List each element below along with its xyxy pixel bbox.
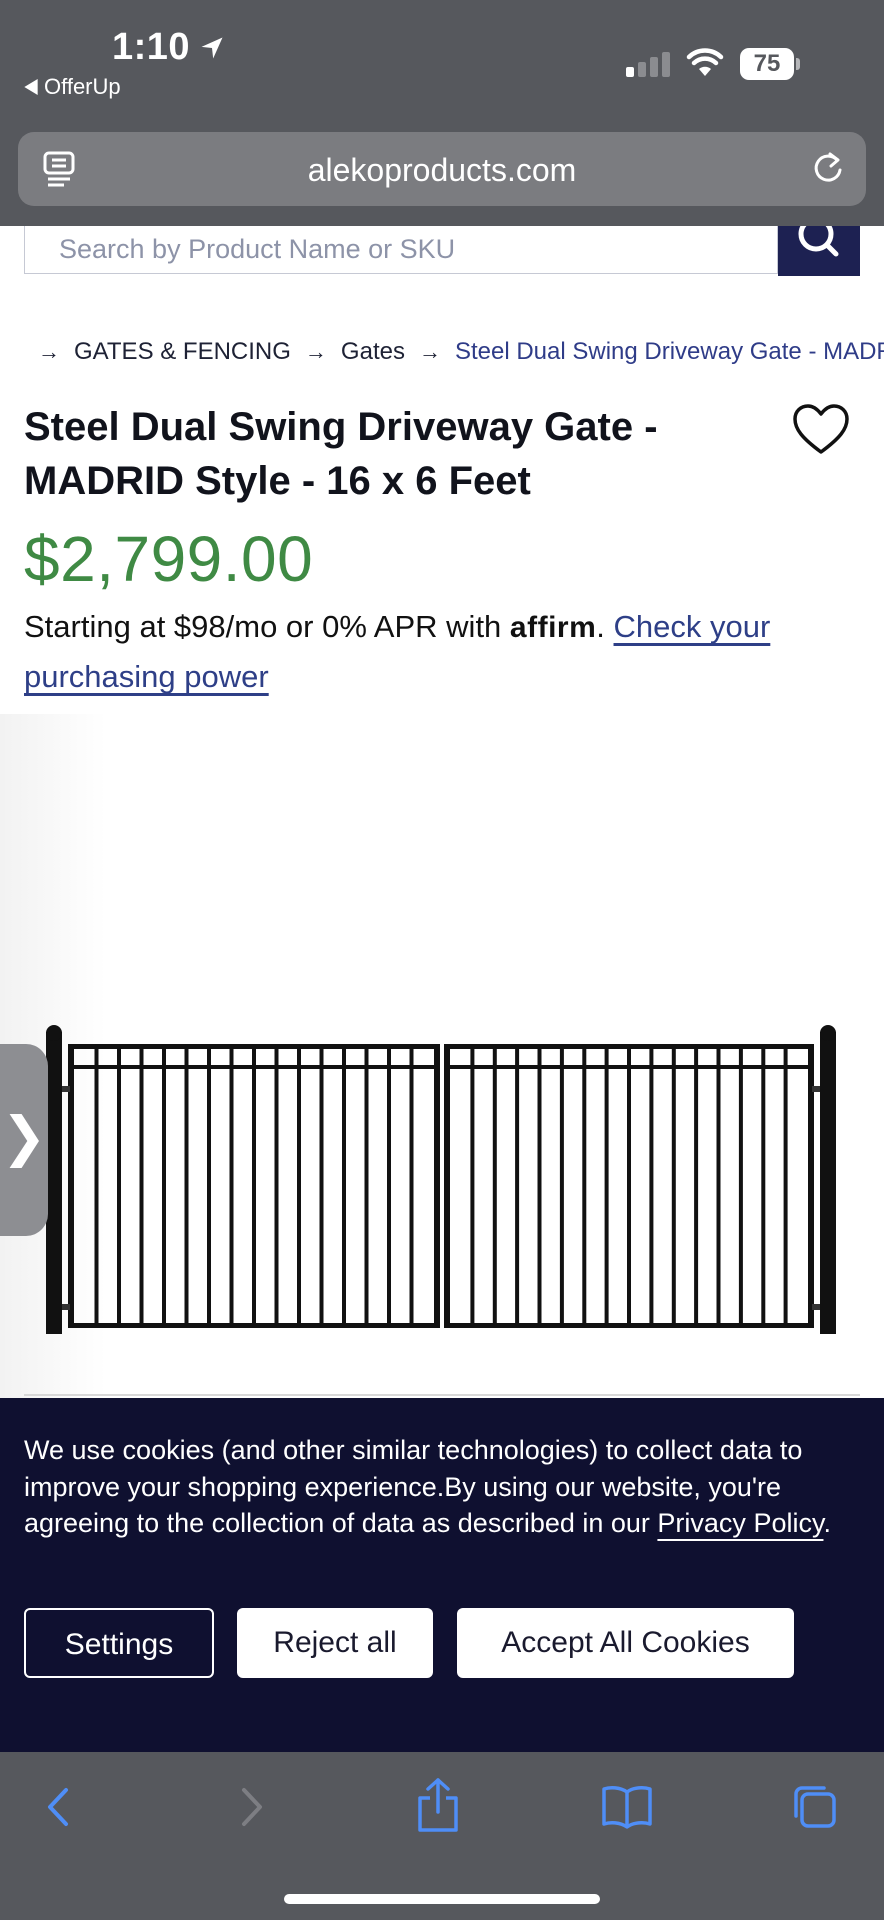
- product-gate-image[interactable]: [0, 714, 884, 1398]
- product-image-gallery[interactable]: [0, 714, 884, 1398]
- back-triangle-icon: [24, 79, 38, 95]
- address-bar[interactable]: alekoproducts.com: [18, 132, 866, 206]
- gate-picket: [387, 1049, 391, 1325]
- back-to-app-link[interactable]: OfferUp: [24, 74, 121, 100]
- gate-picket: [139, 1049, 144, 1325]
- breadcrumb-arrow-icon: →: [304, 339, 327, 364]
- gallery-next-button[interactable]: ❯: [0, 1044, 48, 1236]
- back-app-label: OfferUp: [44, 74, 121, 99]
- gate-pickets: [94, 1049, 788, 1325]
- forward-chevron-icon[interactable]: [232, 1782, 272, 1832]
- breadcrumb-gates[interactable]: Gates: [341, 338, 405, 366]
- browser-address-area: alekoproducts.com: [0, 130, 884, 226]
- accept-all-cookies-button[interactable]: Accept All Cookies: [457, 1608, 794, 1678]
- gallery-divider: [24, 1394, 860, 1396]
- gate-picket: [537, 1049, 542, 1325]
- gate-picket: [470, 1049, 475, 1325]
- gate-picket: [297, 1049, 301, 1325]
- breadcrumb: → GATES & FENCING → Gates → Steel Dual S…: [24, 334, 884, 370]
- tabs-icon[interactable]: [790, 1782, 840, 1832]
- breadcrumb-arrow-icon: →: [418, 339, 441, 364]
- home-indicator: [284, 1894, 600, 1904]
- gate-picket: [342, 1049, 346, 1325]
- cookie-settings-button[interactable]: Settings: [24, 1608, 214, 1678]
- gate-picket: [229, 1049, 234, 1325]
- affirm-logo: affirm: [509, 611, 597, 644]
- gate-picket: [582, 1049, 587, 1325]
- gate-picket: [738, 1049, 743, 1325]
- search-button[interactable]: [778, 216, 860, 276]
- url-text: alekoproducts.com: [307, 152, 577, 188]
- gate-picket: [783, 1049, 788, 1325]
- reload-icon[interactable]: [810, 150, 846, 188]
- site-search: [24, 216, 860, 276]
- gate-picket: [559, 1049, 564, 1325]
- gate-picket: [274, 1049, 279, 1325]
- gate-picket: [716, 1049, 721, 1325]
- gate-picket: [252, 1049, 256, 1325]
- breadcrumb-arrow-icon: →: [38, 339, 60, 364]
- gate-picket: [184, 1049, 189, 1325]
- gate-picket: [604, 1049, 609, 1325]
- battery-tip: [796, 58, 800, 70]
- product-title: Steel Dual Swing Driveway Gate - MADRID …: [24, 405, 658, 503]
- battery-indicator: 75: [740, 48, 794, 80]
- wifi-icon: [686, 48, 724, 76]
- status-time: 1:10: [112, 26, 226, 69]
- location-arrow-icon: [201, 37, 223, 58]
- gate-picket: [94, 1049, 99, 1325]
- gate-picket: [319, 1049, 324, 1325]
- reject-all-button[interactable]: Reject all: [237, 1608, 433, 1678]
- status-bar: 1:10 OfferUp 75: [0, 0, 884, 130]
- breadcrumb-gates-fencing[interactable]: GATES & FENCING: [74, 338, 291, 366]
- gate-picket: [515, 1049, 520, 1325]
- gate-picket: [694, 1049, 699, 1325]
- product-price: $2,799.00: [24, 523, 314, 595]
- gate-picket: [671, 1049, 676, 1325]
- gate-picket: [207, 1049, 211, 1325]
- search-icon: [798, 216, 839, 257]
- gate-picket: [492, 1049, 497, 1325]
- wishlist-heart-icon[interactable]: [792, 404, 850, 456]
- gate-picket: [649, 1049, 654, 1325]
- bookmarks-icon[interactable]: [600, 1782, 654, 1832]
- gate-picket: [364, 1049, 369, 1325]
- breadcrumb-current: Steel Dual Swing Driveway Gate - MADR: [454, 338, 884, 365]
- gate-picket: [409, 1049, 414, 1325]
- gate-picket: [117, 1049, 121, 1325]
- cookie-message: We use cookies (and other similar techno…: [24, 1435, 831, 1538]
- back-chevron-icon[interactable]: [38, 1782, 78, 1832]
- gate-picket: [627, 1049, 631, 1325]
- gate-picket: [162, 1049, 166, 1325]
- cookie-consent-banner: We use cookies (and other similar techno…: [0, 1398, 884, 1752]
- financing-prefix: Starting at $98/mo or 0% APR with: [24, 609, 502, 644]
- gate-picket: [761, 1049, 766, 1325]
- share-icon[interactable]: [414, 1776, 462, 1836]
- time-text: 1:10: [112, 26, 191, 68]
- financing-message: Starting at $98/mo or 0% APR with affirm…: [24, 609, 771, 694]
- cellular-signal-icon: [626, 52, 670, 77]
- search-input[interactable]: [24, 226, 778, 274]
- privacy-policy-link[interactable]: Privacy Policy: [657, 1508, 823, 1538]
